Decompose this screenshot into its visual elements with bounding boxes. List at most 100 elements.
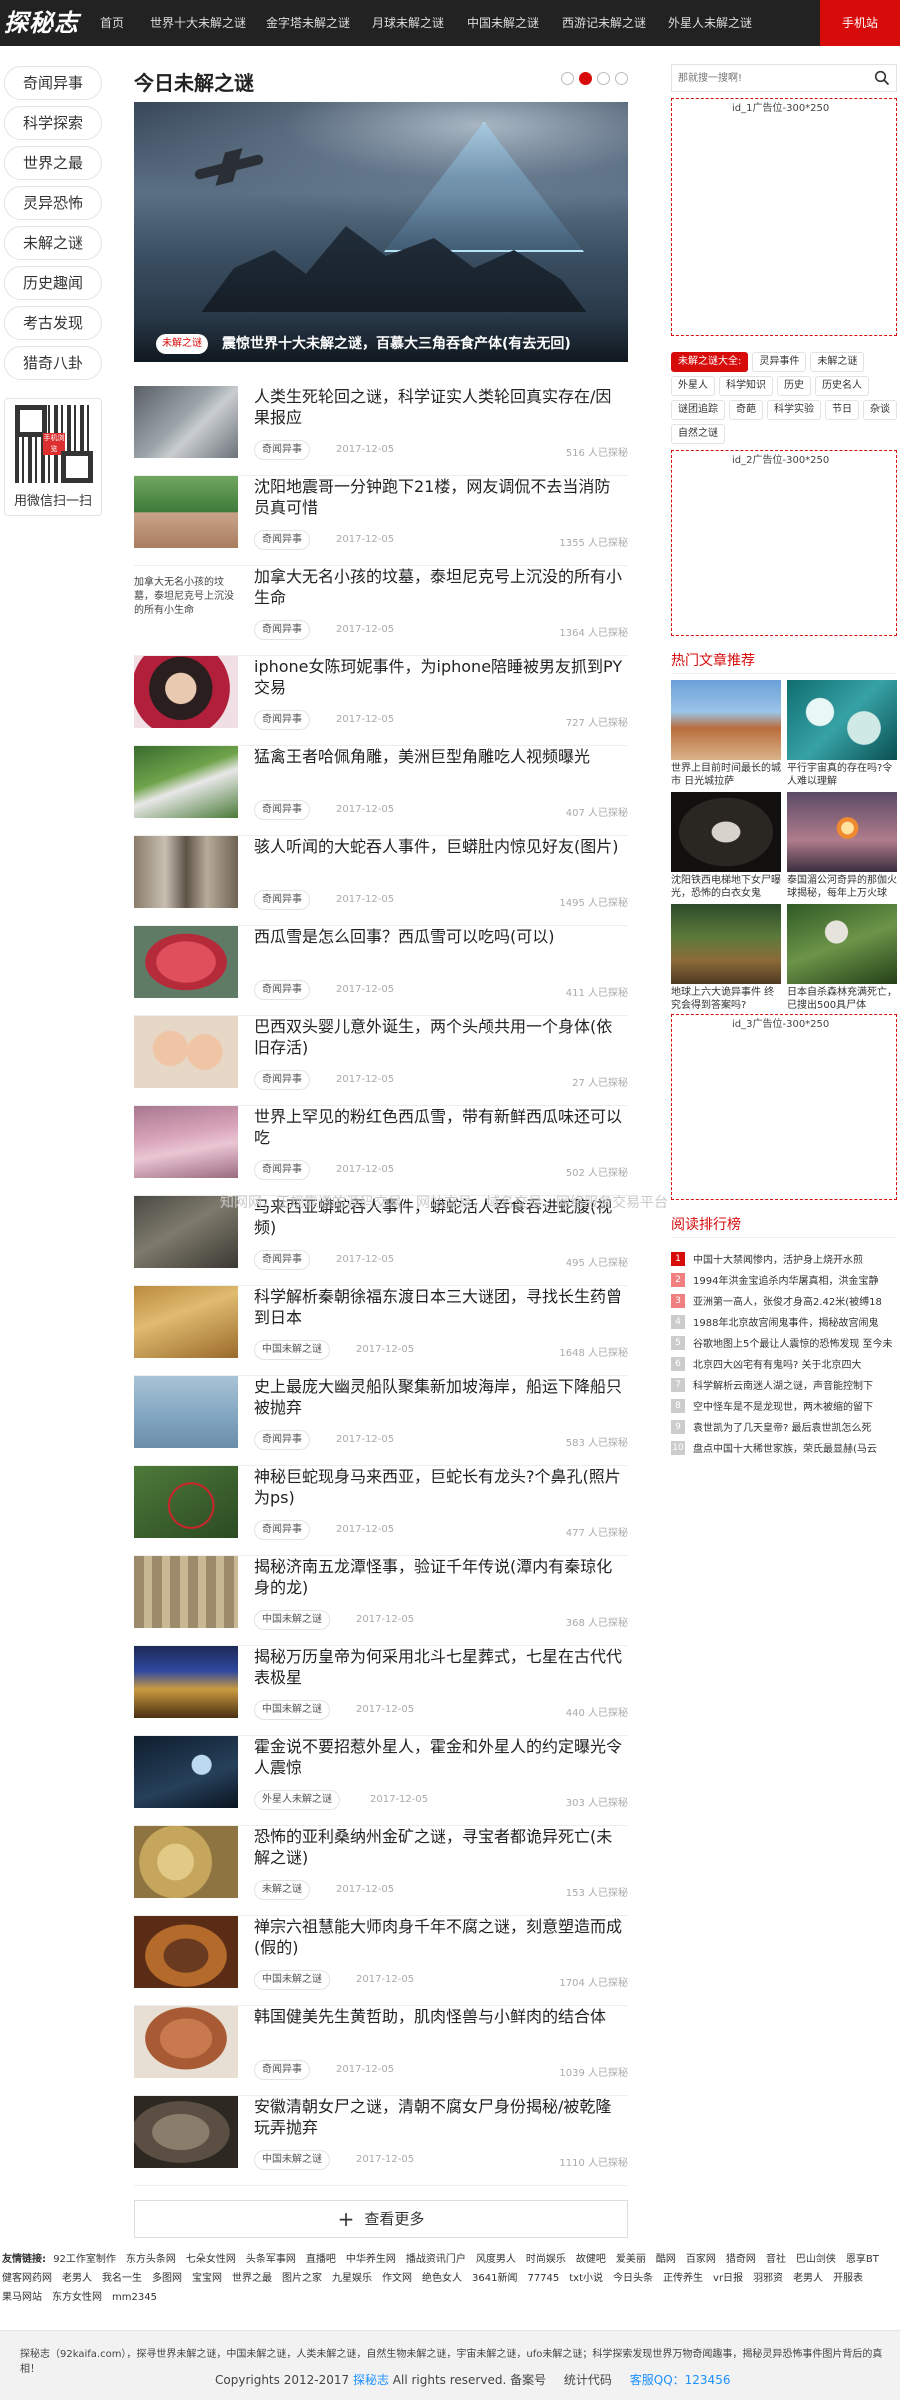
hot-article-caption[interactable]: 日本自杀森林充满死亡，已搜出500具尸体 <box>787 986 897 1012</box>
list-item[interactable]: 巴西双头婴儿意外诞生，两个头颅共用一个身体(依旧存活) 奇闻异事 2017-12… <box>134 1016 628 1106</box>
article-tag[interactable]: 奇闻异事 <box>254 440 310 460</box>
friend-link[interactable]: 3641新闻 <box>472 2273 517 2284</box>
article-tag[interactable]: 奇闻异事 <box>254 2060 310 2080</box>
article-title[interactable]: 科学解析秦朝徐福东渡日本三大谜团，寻找长生药曾到日本 <box>254 1286 624 1328</box>
article-thumbnail[interactable] <box>134 1646 238 1718</box>
article-thumbnail[interactable] <box>134 2006 238 2078</box>
tag-item[interactable]: 灵异事件 <box>752 352 807 372</box>
list-item[interactable]: 加拿大无名小孩的坟墓，泰坦尼克号上沉没的所有小生命 加拿大无名小孩的坟墓，泰坦尼… <box>134 566 628 656</box>
article-title[interactable]: 韩国健美先生黄哲助，肌肉怪兽与小鲜肉的结合体 <box>254 2006 624 2027</box>
friend-link[interactable]: 七朵女性网 <box>186 2254 236 2265</box>
mobile-site-button[interactable]: 手机站 <box>820 0 900 46</box>
hot-article-card[interactable]: 平行宇宙真的存在吗?令人难以理解 <box>787 680 897 788</box>
tag-item[interactable]: 谜团追踪 <box>671 400 725 420</box>
tag-item[interactable]: 奇葩 <box>729 400 763 420</box>
carousel-dot-active[interactable] <box>579 72 592 85</box>
friend-link[interactable]: 时尚娱乐 <box>526 2254 566 2265</box>
article-title[interactable]: 史上最庞大幽灵船队聚集新加坡海岸，船运下降船只被抛弃 <box>254 1376 624 1418</box>
article-tag[interactable]: 中国未解之谜 <box>254 1610 330 1630</box>
list-item[interactable]: 禅宗六祖慧能大师肉身千年不腐之谜，刻意塑造而成(假的) 中国未解之谜 2017-… <box>134 1916 628 2006</box>
rank-title[interactable]: 科学解析云南迷人湖之谜，声音能控制下 <box>693 1377 873 1392</box>
friend-link[interactable]: 作文网 <box>382 2273 412 2284</box>
list-item[interactable]: 霍金说不要招惹外星人，霍金和外星人的约定曝光令人震惊 外星人未解之谜 2017-… <box>134 1736 628 1826</box>
friend-link[interactable]: mm2345 <box>112 2292 157 2303</box>
article-title[interactable]: iphone女陈珂妮事件，为iphone陪睡被男友抓到PY交易 <box>254 656 624 698</box>
article-thumbnail-alt-text[interactable]: 加拿大无名小孩的坟墓，泰坦尼克号上沉没的所有小生命 <box>134 566 238 638</box>
article-thumbnail[interactable] <box>134 1556 238 1628</box>
article-title[interactable]: 霍金说不要招惹外星人，霍金和外星人的约定曝光令人震惊 <box>254 1736 624 1778</box>
hot-article-image[interactable] <box>787 904 897 984</box>
list-item[interactable]: 猛禽王者哈佩角雕，美洲巨型角雕吃人视频曝光 奇闻异事 2017-12-05 40… <box>134 746 628 836</box>
list-item[interactable]: 揭秘万历皇帝为何采用北斗七星葬式，七星在古代代表极星 中国未解之谜 2017-1… <box>134 1646 628 1736</box>
article-tag[interactable]: 中国未解之谜 <box>254 1340 330 1360</box>
category-mysteries[interactable]: 未解之谜 <box>4 226 102 260</box>
article-thumbnail[interactable] <box>134 386 238 458</box>
category-history[interactable]: 历史趣闻 <box>4 266 102 300</box>
list-item[interactable]: 骇人听闻的大蛇吞人事件，巨蟒肚内惊见好友(图片) 奇闻异事 2017-12-05… <box>134 836 628 926</box>
hot-article-image[interactable] <box>787 792 897 872</box>
friend-link[interactable]: 老男人 <box>62 2273 92 2284</box>
list-item[interactable]: 人类生死轮回之谜，科学证实人类轮回真实存在/因果报应 奇闻异事 2017-12-… <box>134 386 628 476</box>
article-tag[interactable]: 奇闻异事 <box>254 980 310 1000</box>
friend-link[interactable]: 果马网站 <box>2 2292 42 2303</box>
hot-article-image[interactable] <box>671 904 781 984</box>
article-thumbnail[interactable] <box>134 1916 238 1988</box>
article-tag[interactable]: 奇闻异事 <box>254 1430 310 1450</box>
nav-item-journey-west[interactable]: 西游记未解之谜 <box>562 0 668 46</box>
article-thumbnail[interactable] <box>134 836 238 908</box>
article-title[interactable]: 神秘巨蛇现身马来西亚，巨蛇长有龙头?个鼻孔(照片为ps) <box>254 1466 624 1508</box>
article-title[interactable]: 人类生死轮回之谜，科学证实人类轮回真实存在/因果报应 <box>254 386 624 428</box>
hot-article-card[interactable]: 日本自杀森林充满死亡，已搜出500具尸体 <box>787 904 897 1012</box>
rank-item[interactable]: 6 北京四大凶宅有有鬼吗? 关于北京四大 <box>671 1353 897 1374</box>
site-logo[interactable]: 探秘志 <box>4 6 79 40</box>
hot-article-card[interactable]: 世界上目前时间最长的城市 日光城拉萨 <box>671 680 781 788</box>
friend-link[interactable]: 92工作室制作 <box>53 2254 116 2265</box>
category-science[interactable]: 科学探索 <box>4 106 102 140</box>
friend-link[interactable]: 绝色女人 <box>422 2273 462 2284</box>
article-thumbnail[interactable] <box>134 1016 238 1088</box>
list-item[interactable]: 科学解析秦朝徐福东渡日本三大谜团，寻找长生药曾到日本 中国未解之谜 2017-1… <box>134 1286 628 1376</box>
rank-item[interactable]: 3 亚洲第一高人，张俊才身高2.42米(被缚18 <box>671 1290 897 1311</box>
friend-link[interactable]: 直播吧 <box>306 2254 336 2265</box>
article-tag[interactable]: 奇闻异事 <box>254 1520 310 1540</box>
rank-item[interactable]: 1 中国十大禁闻惨内，活护身上烧开水煎 <box>671 1248 897 1269</box>
friend-link[interactable]: 77745 <box>527 2273 559 2284</box>
carousel-dot[interactable] <box>615 72 628 85</box>
ad-slot-3[interactable]: id_3广告位-300*250 <box>671 1014 897 1200</box>
article-title[interactable]: 巴西双头婴儿意外诞生，两个头颅共用一个身体(依旧存活) <box>254 1016 624 1058</box>
hot-article-caption[interactable]: 世界上目前时间最长的城市 日光城拉萨 <box>671 762 781 788</box>
article-title[interactable]: 揭秘济南五龙潭怪事，验证千年传说(潭内有秦琼化身的龙) <box>254 1556 624 1598</box>
hot-article-card[interactable]: 泰国湄公河奇异的那伽火球揭秘，每年上万火球 <box>787 792 897 900</box>
article-title[interactable]: 西瓜雪是怎么回事？西瓜雪可以吃吗(可以) <box>254 926 624 947</box>
category-archaeology[interactable]: 考古发现 <box>4 306 102 340</box>
category-oddities[interactable]: 奇闻异事 <box>4 66 102 100</box>
list-item[interactable]: 西瓜雪是怎么回事？西瓜雪可以吃吗(可以) 奇闻异事 2017-12-05 411… <box>134 926 628 1016</box>
hero-slide[interactable]: 未解之谜 震惊世界十大未解之谜，百慕大三角吞食产体(有去无回) <box>134 102 628 362</box>
friend-link[interactable]: 健客网药网 <box>2 2273 52 2284</box>
load-more-button[interactable]: + 查看更多 <box>134 2200 628 2238</box>
rank-title[interactable]: 盘点中国十大稀世家族，荣氏最显赫(马云 <box>693 1440 877 1455</box>
article-tag[interactable]: 奇闻异事 <box>254 1250 310 1270</box>
tag-item[interactable]: 外星人 <box>671 376 715 396</box>
article-tag[interactable]: 外星人未解之谜 <box>254 1790 340 1810</box>
list-item[interactable]: 安徽清朝女尸之谜，清朝不腐女尸身份揭秘/被乾隆玩弄抛弃 中国未解之谜 2017-… <box>134 2096 628 2186</box>
hot-article-caption[interactable]: 沈阳铁西电梯地下女尸曝光，恐怖的白衣女鬼 <box>671 874 781 900</box>
article-thumbnail[interactable] <box>134 476 238 548</box>
friend-link[interactable]: vr日报 <box>713 2273 743 2284</box>
carousel-dot[interactable] <box>561 72 574 85</box>
hot-article-card[interactable]: 地球上六大诡异事件 终究会得到答案吗? <box>671 904 781 1012</box>
article-title[interactable]: 沈阳地震哥一分钟跑下21楼，网友调侃不去当消防员真可惜 <box>254 476 624 518</box>
friend-link[interactable]: 酷网 <box>656 2254 676 2265</box>
rank-title[interactable]: 1988年北京故宫闹鬼事件，揭秘故宫闹鬼 <box>693 1314 878 1329</box>
rank-title[interactable]: 谷歌地图上5个最让人震惊的恐怖发现 至今未 <box>693 1335 893 1350</box>
hot-article-image[interactable] <box>671 680 781 760</box>
rank-title[interactable]: 北京四大凶宅有有鬼吗? 关于北京四大 <box>693 1356 862 1371</box>
friend-link[interactable]: 百家网 <box>686 2254 716 2265</box>
friend-link[interactable]: 宝宝网 <box>192 2273 222 2284</box>
friend-link[interactable]: 巴山剑侠 <box>796 2254 836 2265</box>
friend-link[interactable]: 开服表 <box>833 2273 863 2284</box>
article-tag[interactable]: 中国未解之谜 <box>254 1970 330 1990</box>
friend-link[interactable]: 多图网 <box>152 2273 182 2284</box>
category-horror[interactable]: 灵异恐怖 <box>4 186 102 220</box>
list-item[interactable]: 沈阳地震哥一分钟跑下21楼，网友调侃不去当消防员真可惜 奇闻异事 2017-12… <box>134 476 628 566</box>
